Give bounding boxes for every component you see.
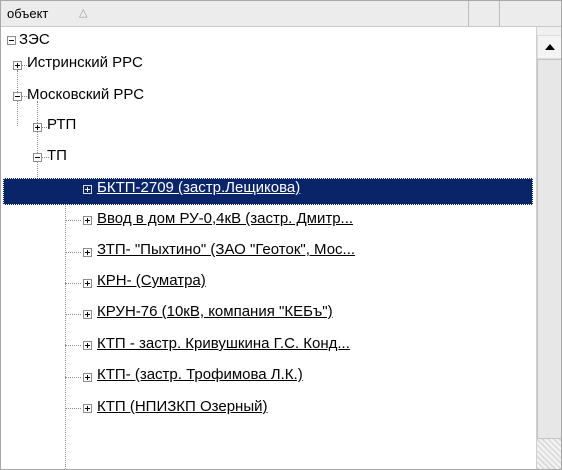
tree-item[interactable]: КРУН-76 (10кВ, компания "КЕБъ") xyxy=(97,303,333,321)
expand-icon[interactable] xyxy=(83,185,92,194)
collapse-icon[interactable] xyxy=(7,36,16,45)
expand-icon[interactable] xyxy=(83,404,92,413)
vertical-scrollbar[interactable] xyxy=(536,27,561,469)
collapse-icon[interactable] xyxy=(13,92,22,101)
scrollbar-thumb[interactable] xyxy=(537,59,561,439)
tree-item[interactable]: КТП- (застр. Трофимова Л.К.) xyxy=(97,366,303,384)
column-header-label: объект xyxy=(7,6,49,21)
tree-item-bktp-2709[interactable]: БКТП-2709 (застр.Лещикова) xyxy=(97,179,300,197)
tree-item[interactable]: ЗТП- "Пыхтино" (ЗАО "Геоток", Мос... xyxy=(97,241,355,259)
scroll-up-arrow-icon[interactable] xyxy=(537,35,561,59)
scrollbar-track[interactable] xyxy=(537,439,561,469)
expand-icon[interactable] xyxy=(83,279,92,288)
tree-node-tp[interactable]: ТП xyxy=(47,147,67,165)
tree-node-rtp[interactable]: РТП xyxy=(47,116,76,134)
tree-item[interactable]: КТП - застр. Кривушкина Г.С. Конд... xyxy=(97,335,350,353)
tree-grid: объект △ ЗЭС Истринский РРС Московский Р… xyxy=(0,0,562,470)
expand-icon[interactable] xyxy=(83,248,92,257)
tree-view: ЗЭС Истринский РРС Московский РРС РТП ТП… xyxy=(1,27,536,469)
tree-node-root[interactable]: ЗЭС xyxy=(19,31,50,49)
tree-item[interactable]: Ввод в дом РУ-0,4кВ (застр. Дмитр... xyxy=(97,210,353,228)
tree-item[interactable]: КТП (НПИЗКП Озерный) xyxy=(97,398,268,416)
collapse-icon[interactable] xyxy=(33,153,42,162)
tree-node-moscow-rrs[interactable]: Московский РРС xyxy=(27,86,144,104)
column-header-3[interactable] xyxy=(500,1,561,26)
column-header-row: объект △ xyxy=(1,1,561,27)
sort-ascending-icon: △ xyxy=(79,7,88,19)
expand-icon[interactable] xyxy=(83,216,92,225)
column-header-object[interactable]: объект △ xyxy=(1,1,469,26)
expand-icon[interactable] xyxy=(13,61,22,70)
expand-icon[interactable] xyxy=(33,123,42,132)
expand-icon[interactable] xyxy=(83,310,92,319)
expand-icon[interactable] xyxy=(83,341,92,350)
expand-icon[interactable] xyxy=(83,373,92,382)
tree-node-istra-rrs[interactable]: Истринский РРС xyxy=(27,54,143,72)
tree-item[interactable]: КРН- (Суматра) xyxy=(97,272,206,290)
column-header-2[interactable] xyxy=(469,1,500,26)
